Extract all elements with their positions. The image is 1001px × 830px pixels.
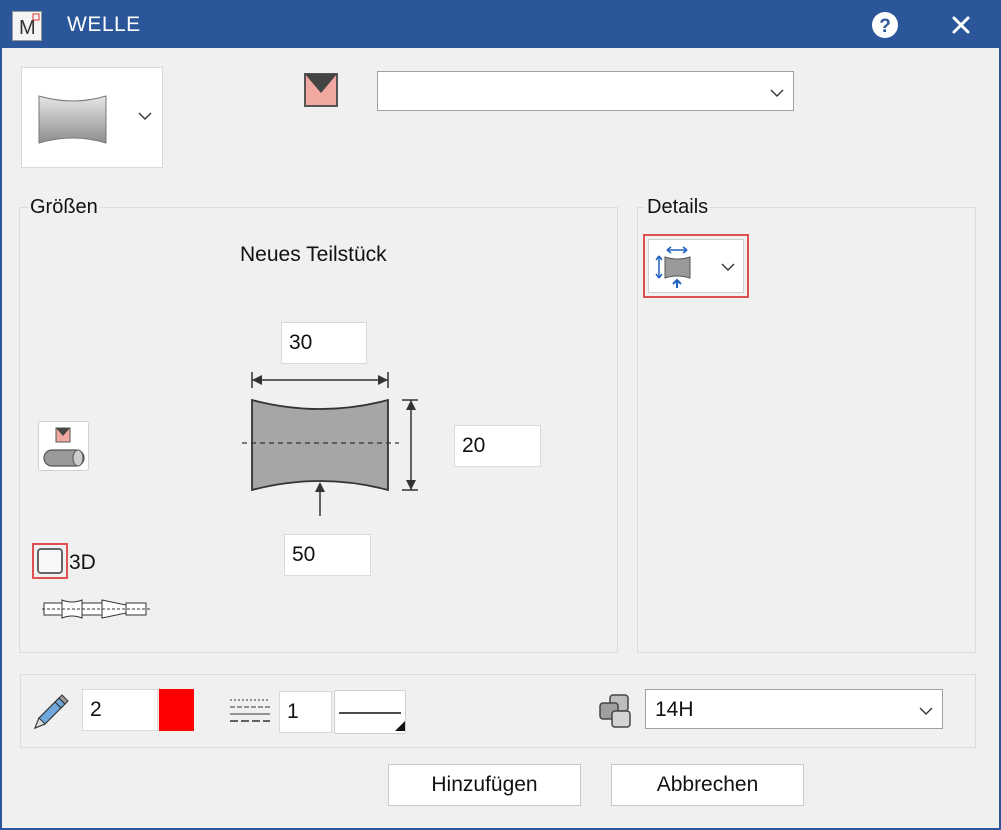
layer-select-value: 14H bbox=[655, 698, 694, 721]
threed-checkbox[interactable] bbox=[37, 548, 63, 574]
shape-dropdown[interactable] bbox=[21, 67, 163, 168]
help-icon: ? bbox=[872, 12, 898, 38]
pen-thickness-input[interactable]: 2 bbox=[82, 689, 158, 731]
layers-icon bbox=[599, 694, 631, 728]
cancel-button[interactable]: Abbrechen bbox=[611, 764, 804, 806]
line-type-input[interactable]: 1 bbox=[279, 691, 332, 733]
depth-input[interactable]: 50 bbox=[284, 534, 371, 576]
title-bar: M WELLE ? bbox=[0, 0, 1001, 48]
threed-label: 3D bbox=[69, 551, 96, 574]
add-button[interactable]: Hinzufügen bbox=[388, 764, 581, 806]
dimension-detail-icon bbox=[655, 246, 691, 288]
window-title: WELLE bbox=[67, 13, 141, 36]
chevron-down-icon bbox=[138, 112, 152, 120]
line-type-icon bbox=[230, 699, 270, 722]
shaft-diagram bbox=[242, 372, 418, 516]
new-part-heading: Neues Teilstück bbox=[240, 243, 387, 266]
details-group-label: Details bbox=[645, 196, 711, 219]
line-style-preview-icon bbox=[339, 712, 405, 731]
profile-icon bbox=[304, 73, 338, 112]
close-icon bbox=[952, 16, 970, 34]
chevron-down-icon bbox=[770, 89, 784, 97]
chevron-down-icon bbox=[919, 707, 933, 715]
line-style-picker[interactable] bbox=[334, 690, 406, 734]
layer-select[interactable]: 14H bbox=[645, 689, 943, 729]
details-dropdown[interactable] bbox=[648, 239, 744, 293]
profile-rod-button[interactable] bbox=[38, 421, 89, 471]
width-input[interactable]: 30 bbox=[281, 322, 367, 364]
height-input[interactable]: 20 bbox=[454, 425, 541, 467]
segmented-shaft-icon bbox=[42, 599, 150, 619]
help-button[interactable]: ? bbox=[870, 10, 900, 40]
dialog-window: M WELLE ? Größen Details Neues Teilstück… bbox=[0, 0, 1001, 830]
sizes-group-label: Größen bbox=[28, 196, 100, 219]
pen-color-swatch[interactable] bbox=[159, 689, 194, 731]
svg-text:?: ? bbox=[879, 16, 891, 37]
app-icon: M bbox=[12, 11, 42, 41]
chevron-down-icon bbox=[721, 263, 735, 271]
pen-icon bbox=[33, 694, 69, 730]
rod-profile-icon bbox=[43, 427, 85, 467]
close-button[interactable] bbox=[946, 10, 976, 40]
profile-select[interactable] bbox=[377, 71, 794, 111]
dialog-client: Größen Details Neues Teilstück 30 20 50 … bbox=[2, 48, 999, 828]
